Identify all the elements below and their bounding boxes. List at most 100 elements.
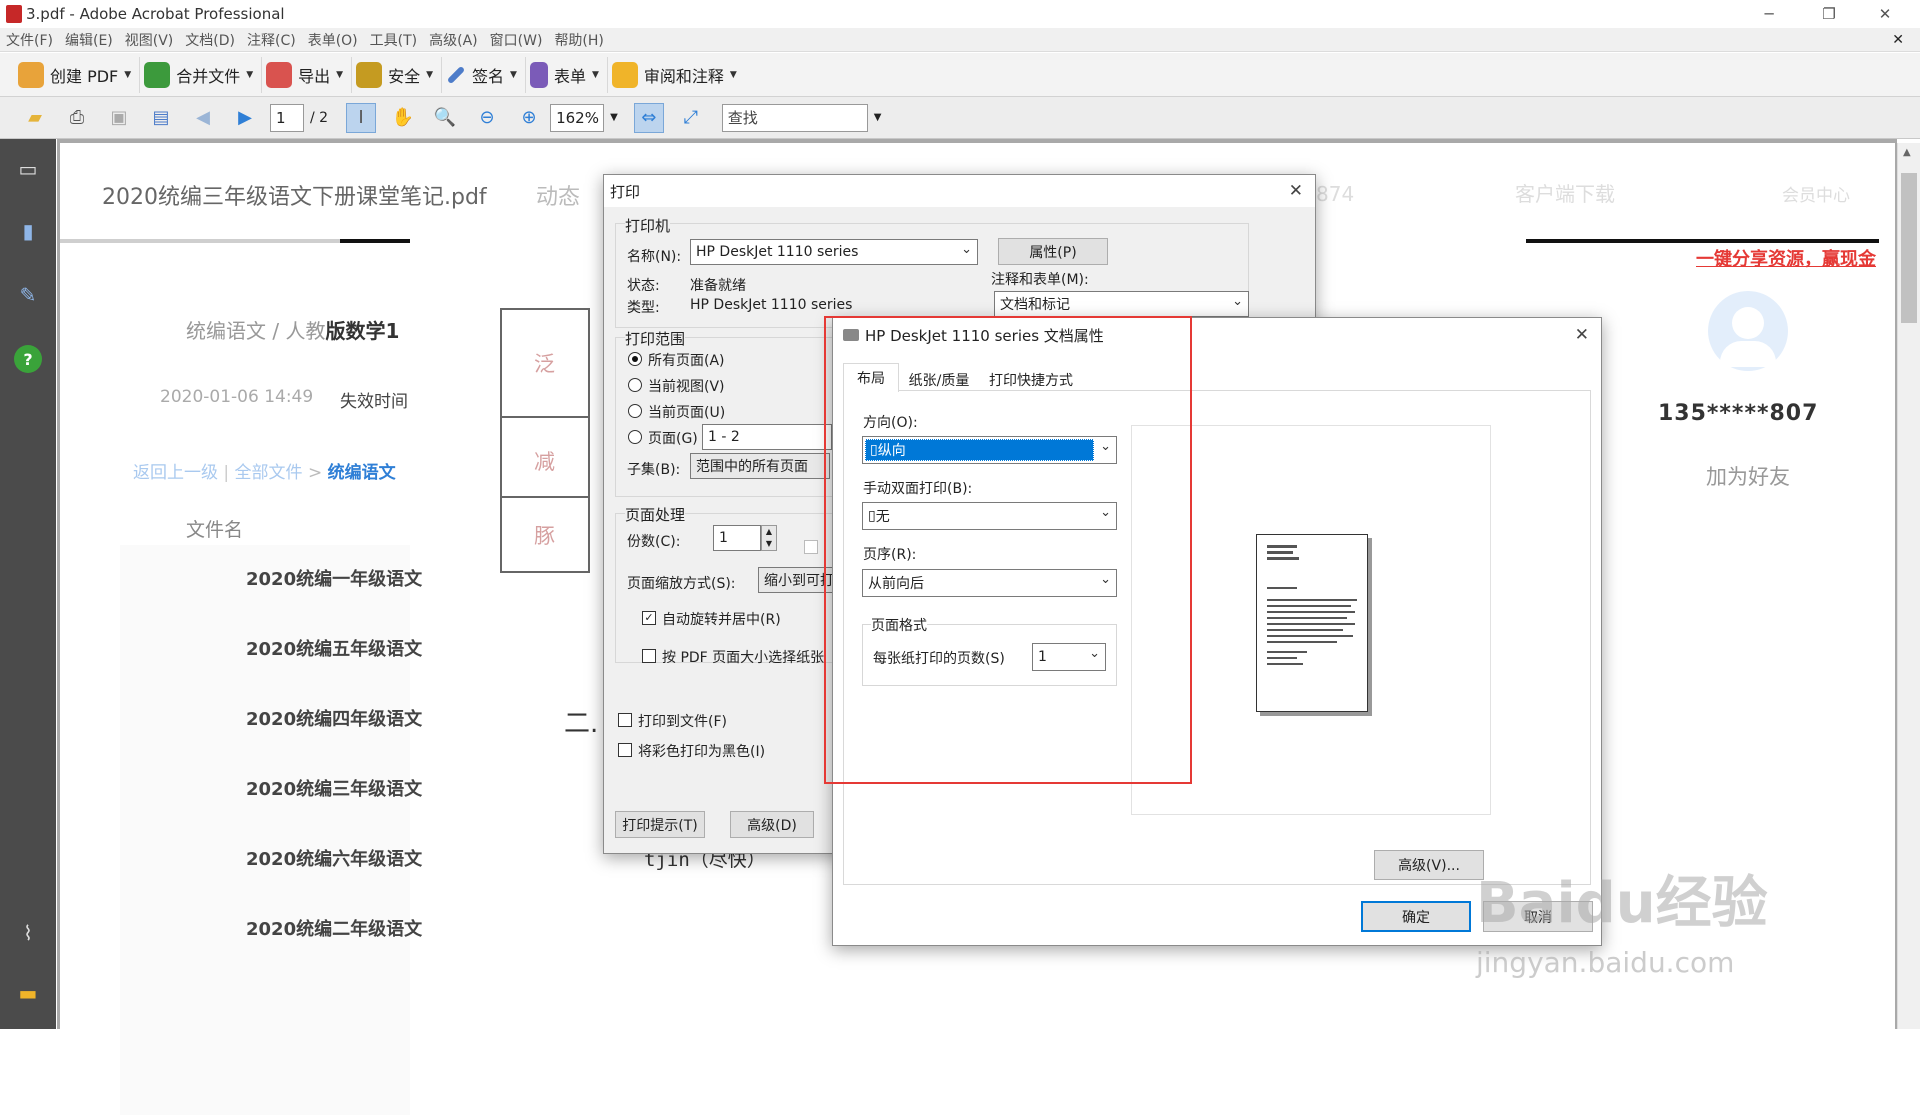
list-item[interactable]: 2020统编三年级语文 xyxy=(246,775,422,801)
export-button[interactable]: 导出 ▼ xyxy=(262,56,353,93)
radio-current-page[interactable] xyxy=(628,404,642,418)
scaling-select[interactable]: 缩小到可打 xyxy=(758,567,833,593)
radio-current-view[interactable] xyxy=(628,378,642,392)
watermark-logo: Baidu经验 xyxy=(1476,871,1768,936)
zoom-tool-icon[interactable]: 🔍 xyxy=(430,103,460,133)
list-item[interactable]: 2020统编四年级语文 xyxy=(246,705,422,731)
menu-help[interactable]: 帮助(H) xyxy=(548,30,609,50)
menu-file[interactable]: 文件(F) xyxy=(0,30,59,50)
zoom-in-icon[interactable]: ⊕ xyxy=(514,103,544,133)
title-bar: 3.pdf - Adobe Acrobat Professional ─ ❐ ✕ xyxy=(0,0,1920,28)
fit-page-icon[interactable]: ⇔ xyxy=(633,102,664,133)
pdf-heading: 二. xyxy=(564,709,599,739)
menu-advanced[interactable]: 高级(A) xyxy=(423,30,484,50)
printer-name-select[interactable]: HP DeskJet 1110 series ⌄ xyxy=(690,239,978,265)
subset-select[interactable]: 范围中的所有页面 xyxy=(690,453,830,479)
save-icon[interactable]: ▣ xyxy=(104,103,134,133)
zoom-level-input[interactable]: 162% xyxy=(550,103,605,132)
copies-spinner[interactable]: ▲ ▼ xyxy=(761,525,777,551)
zoom-out-icon[interactable]: ⊖ xyxy=(472,103,502,133)
stamp-char: 减 xyxy=(534,450,555,474)
task-toolbar: 创建 PDF ▼ 合并文件 ▼ 导出 ▼ 安全 ▼ 签名 ▼ 表单 ▼ 审阅和注释 ▼ xyxy=(0,53,1920,97)
list-item[interactable]: 2020统编二年级语文 xyxy=(246,915,422,941)
advanced-button[interactable]: 高级(V)... xyxy=(1374,850,1484,880)
menu-view[interactable]: 视图(V) xyxy=(119,30,180,50)
create-pdf-button[interactable]: 创建 PDF ▼ xyxy=(14,56,141,93)
radio-all-pages[interactable] xyxy=(628,352,642,366)
navigation-panel: ▭ ▮ ✎ ? ⌇ ▬ xyxy=(0,139,56,1029)
avatar[interactable] xyxy=(1708,291,1788,371)
fit-width-icon[interactable]: ⤢ xyxy=(676,103,706,133)
user-id: 135*****807 xyxy=(1658,401,1819,426)
email-icon[interactable]: ▤ xyxy=(146,103,176,133)
minimize-button[interactable]: ─ xyxy=(1746,0,1792,28)
hand-tool-icon[interactable]: ✋ xyxy=(388,103,418,133)
attachments-icon[interactable]: ⌇ xyxy=(14,919,42,947)
page-number-input[interactable]: 1 xyxy=(270,103,304,132)
print-icon[interactable]: ⎙ xyxy=(62,103,92,133)
menu-tools[interactable]: 工具(T) xyxy=(364,30,423,50)
radio-pages[interactable] xyxy=(628,430,642,444)
nav-link[interactable]: 动态 xyxy=(536,179,580,211)
menu-comments[interactable]: 注释(C) xyxy=(241,30,302,50)
print-black-checkbox[interactable] xyxy=(618,743,632,757)
print-dialog-titlebar: 打印 ✕ xyxy=(604,175,1315,207)
open-folder-icon[interactable]: ▰ xyxy=(20,103,50,133)
choose-paper-checkbox[interactable] xyxy=(642,649,656,663)
pages-input[interactable]: 1 - 2 xyxy=(702,424,832,450)
add-friend-button[interactable]: 加为好友 xyxy=(1706,461,1790,491)
list-item[interactable]: 2020统编一年级语文 xyxy=(246,565,422,591)
secure-button[interactable]: 安全 ▼ xyxy=(352,56,442,93)
comment-icon xyxy=(611,61,638,88)
help-icon[interactable]: ? xyxy=(14,345,42,373)
sign-button[interactable]: 签名 ▼ xyxy=(442,56,526,93)
member-center-link[interactable]: 会员中心 xyxy=(1782,181,1850,206)
properties-button[interactable]: 属性(P) xyxy=(998,238,1108,265)
close-window-button[interactable]: ✕ xyxy=(1862,0,1908,28)
doc-title: 2020统编三年级语文下册课堂笔记.pdf xyxy=(102,185,487,210)
menu-forms[interactable]: 表单(O) xyxy=(302,30,364,50)
printer-name-label: 名称(N): xyxy=(627,249,682,265)
restore-button[interactable]: ❐ xyxy=(1806,0,1852,28)
auto-rotate-checkbox[interactable]: ✓ xyxy=(642,611,656,625)
select-tool-icon[interactable]: I xyxy=(346,102,377,133)
vertical-scrollbar[interactable]: ▲ xyxy=(1897,143,1920,1029)
type-value: HP DeskJet 1110 series xyxy=(690,297,853,313)
page-handling-label: 页面处理 xyxy=(625,504,686,525)
bookmarks-panel-icon[interactable]: ▮ xyxy=(14,217,42,245)
comments-forms-select[interactable]: 文档和标记 ⌄ xyxy=(994,291,1249,317)
forms-button[interactable]: 表单 ▼ xyxy=(526,56,608,93)
copies-input[interactable]: 1 xyxy=(713,525,761,551)
share-link[interactable]: 一键分享资源，赢现金 xyxy=(1696,245,1876,271)
client-download-link[interactable]: 客户端下载 xyxy=(1515,178,1615,207)
window-title: 3.pdf - Adobe Acrobat Professional xyxy=(26,5,285,23)
print-tips-button[interactable]: 打印提示(T) xyxy=(615,811,705,838)
close-icon[interactable]: ✕ xyxy=(1289,181,1303,201)
pen-icon xyxy=(446,65,466,84)
list-item[interactable]: 2020统编五年级语文 xyxy=(246,635,422,661)
pages-panel-icon[interactable]: ▭ xyxy=(14,155,42,183)
filename-column-header: 文件名 xyxy=(186,519,244,541)
signatures-panel-icon[interactable]: ✎ xyxy=(14,281,42,309)
previous-page-icon[interactable]: ◀ xyxy=(188,103,218,133)
menu-window[interactable]: 窗口(W) xyxy=(484,30,549,50)
collate-checkbox[interactable] xyxy=(804,540,818,554)
print-to-file-checkbox[interactable] xyxy=(618,713,632,727)
print-advanced-button[interactable]: 高级(D) xyxy=(730,811,814,838)
stamp-char: 豚 xyxy=(534,524,555,548)
comments-panel-icon[interactable]: ▬ xyxy=(14,979,42,1007)
menu-document[interactable]: 文档(D) xyxy=(179,30,241,50)
zoom-dropdown-icon[interactable]: ▼ xyxy=(610,112,618,123)
search-dropdown-icon[interactable]: ▼ xyxy=(874,112,882,123)
next-page-icon[interactable]: ▶ xyxy=(230,103,260,133)
list-item[interactable]: 2020统编六年级语文 xyxy=(246,845,422,871)
combine-files-button[interactable]: 合并文件 ▼ xyxy=(140,56,263,93)
status-label: 状态: xyxy=(627,278,660,294)
ok-button[interactable]: 确定 xyxy=(1361,901,1471,932)
menu-edit[interactable]: 编辑(E) xyxy=(59,30,119,50)
close-document-icon[interactable]: ✕ xyxy=(1886,32,1910,48)
search-input[interactable]: 查找 xyxy=(721,103,868,132)
review-comment-button[interactable]: 审阅和注释 ▼ xyxy=(608,57,745,93)
divider xyxy=(1526,239,1879,243)
close-icon[interactable]: ✕ xyxy=(1575,325,1589,345)
